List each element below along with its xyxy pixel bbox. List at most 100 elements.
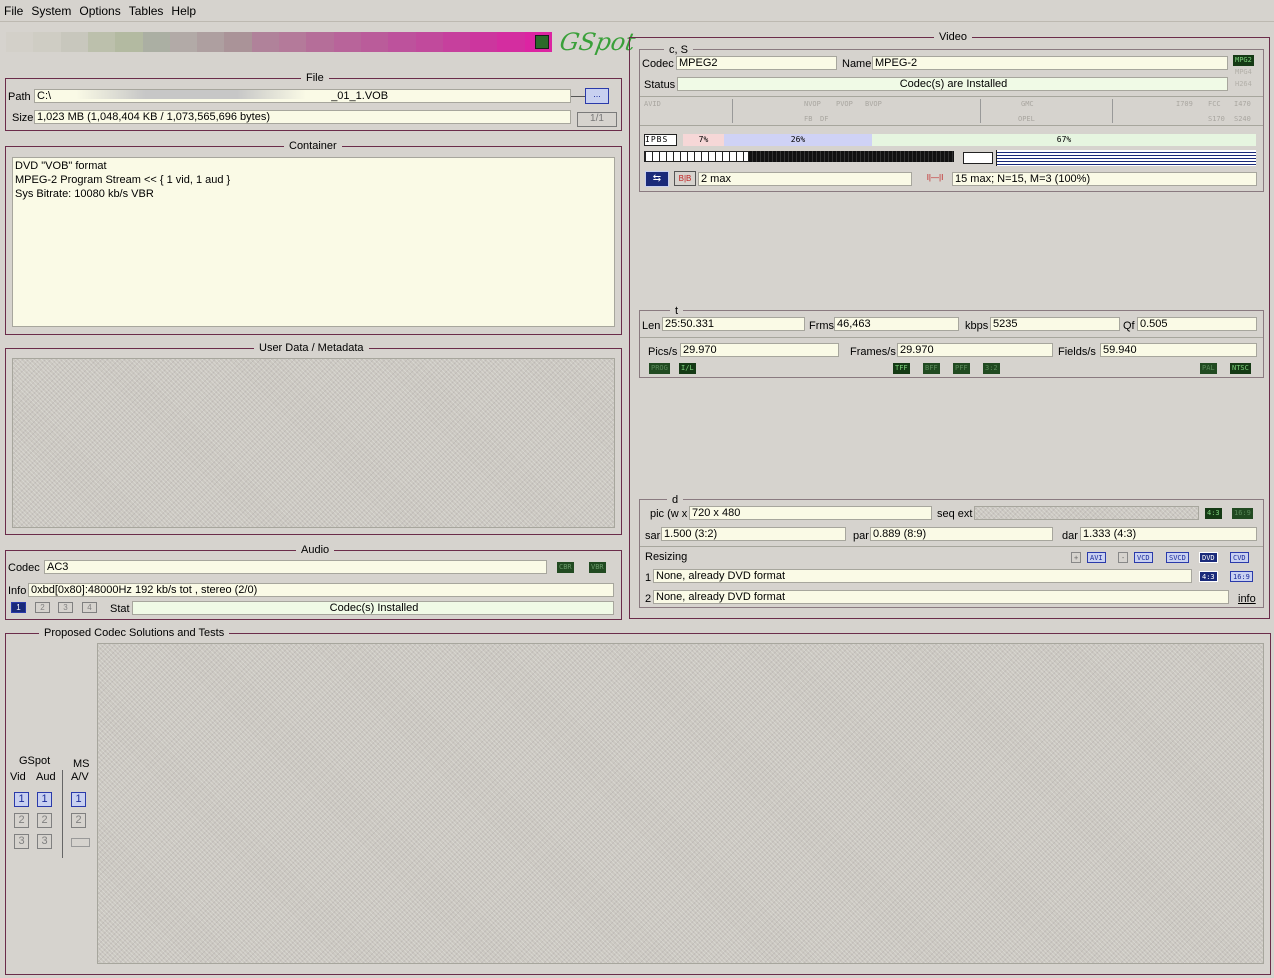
file-group-title: File	[301, 72, 329, 84]
gspot-aud-3[interactable]: 3	[37, 834, 52, 849]
fields-label: Fields/s	[1058, 346, 1096, 358]
proposed-divider	[62, 770, 63, 858]
flag-divider	[1112, 99, 1113, 123]
resize-avi-button[interactable]: AVI	[1087, 552, 1106, 563]
i709-flag: I709	[1176, 100, 1193, 108]
pattern-slider[interactable]	[963, 152, 993, 164]
pulldown-tag: 3:2	[983, 363, 1000, 374]
resize-dvd-button[interactable]: DVD	[1199, 552, 1218, 563]
bvop-flag: BVOP	[865, 100, 882, 108]
gspot-aud-2[interactable]: 2	[37, 813, 52, 828]
menu-file[interactable]: File	[0, 0, 27, 18]
video-status-label: Status	[644, 79, 676, 91]
color-swatch	[197, 32, 225, 52]
color-swatch	[306, 32, 335, 52]
vid-label: Vid	[10, 771, 26, 783]
gspot-vid-1[interactable]: 1	[14, 792, 29, 807]
pct-p: 26%	[790, 135, 806, 144]
menu-system[interactable]: System	[27, 0, 75, 18]
color-swatch	[279, 32, 307, 52]
resize-vcd-button[interactable]: VCD	[1134, 552, 1153, 563]
gspot-logo: GSpot	[557, 28, 638, 56]
video-codec-label: Codec	[642, 58, 674, 70]
kbps-field: 5235	[990, 317, 1120, 331]
color-swatch	[169, 32, 198, 52]
menu-tables[interactable]: Tables	[125, 0, 168, 18]
menu-help[interactable]: Help	[167, 0, 200, 18]
r1-43-tag: 4:3	[1199, 571, 1218, 582]
prog-tag: PROG	[649, 363, 670, 374]
gspot-vid-2[interactable]: 2	[14, 813, 29, 828]
fields-field: 59.940	[1100, 343, 1257, 357]
info-link[interactable]: info	[1238, 593, 1256, 605]
pct-b: 67%	[1056, 135, 1072, 144]
color-swatch	[442, 32, 471, 52]
pct-i: 7%	[698, 135, 709, 144]
vbr-tag: VBR	[589, 562, 606, 573]
pct-i-bar: 7%	[683, 134, 724, 146]
menu-bar: File System Options Tables Help	[0, 0, 1274, 22]
audio-stream-1[interactable]: 1	[11, 602, 26, 613]
resize-cvd-button[interactable]: CVD	[1230, 552, 1249, 563]
cs-title: c, S	[664, 44, 693, 56]
proposed-area	[97, 643, 1264, 964]
userdata-area	[12, 358, 615, 528]
proposed-group: Proposed Codec Solutions and Tests GSpot…	[5, 627, 1271, 975]
i470-flag: I470	[1234, 100, 1251, 108]
audio-stream-3[interactable]: 3	[58, 602, 73, 613]
bff-tag: BFF	[923, 363, 940, 374]
color-swatch	[497, 32, 526, 52]
s170-flag: S170	[1208, 115, 1225, 123]
audio-stat-label: Stat	[110, 603, 130, 615]
gop-icon: I|—|I	[926, 173, 944, 182]
menu-options[interactable]: Options	[75, 0, 124, 18]
audio-info-label: Info	[8, 585, 27, 597]
path-redacted	[76, 90, 307, 99]
bb-icon: B|B	[674, 171, 696, 186]
resize-minus-button[interactable]: -	[1118, 552, 1129, 563]
ar-43-tag: 4:3	[1205, 508, 1222, 519]
path-field[interactable]: C:\ _01_1.VOB	[34, 89, 571, 103]
audio-stream-4[interactable]: 4	[82, 602, 97, 613]
page-counter[interactable]: 1/1	[577, 112, 617, 127]
ar-169-tag: 16:9	[1232, 508, 1253, 519]
ms-av-3-slot[interactable]	[71, 838, 90, 847]
video-group-title: Video	[934, 31, 972, 43]
mpg4-tag: MPG4	[1235, 68, 1252, 76]
path-connector	[571, 96, 585, 97]
pics-label: Pics/s	[648, 346, 678, 358]
video-name-label: Name	[842, 58, 872, 70]
gop-field: 15 max; N=15, M=3 (100%)	[952, 172, 1257, 186]
pal-tag: PAL	[1200, 363, 1217, 374]
ntsc-tag: NTSC	[1230, 363, 1251, 374]
r1-169-tag: 16:9	[1230, 571, 1253, 582]
ms-av-1[interactable]: 1	[71, 792, 86, 807]
ipbs-label: IPBS	[644, 134, 677, 146]
frametype-icon[interactable]: ⇆	[645, 171, 669, 187]
ms-av-2[interactable]: 2	[71, 813, 86, 828]
audio-info-field: 0xbd[0x80]:48000Hz 192 kb/s tot , stereo…	[28, 583, 614, 597]
color-swatch	[115, 32, 143, 52]
resize-svcd-button[interactable]: SVCD	[1166, 552, 1189, 563]
codec-subgroup: c, S Codec MPEG2 Name MPEG-2 MPG2 MPG4 H…	[639, 44, 1264, 192]
fcc-flag: FCC	[1208, 100, 1221, 108]
browse-button[interactable]: ...	[585, 88, 609, 104]
resize-plus-button[interactable]: +	[1071, 552, 1082, 563]
strip-indicator	[535, 35, 549, 49]
resize-row-2: None, already DVD format	[653, 590, 1229, 604]
frames-field: 29.970	[897, 343, 1053, 357]
container-text: DVD "VOB" format MPEG-2 Program Stream <…	[12, 157, 615, 327]
audio-stream-2[interactable]: 2	[35, 602, 50, 613]
gmc-flag: GMC	[1021, 100, 1034, 108]
gspot-aud-1[interactable]: 1	[37, 792, 52, 807]
par-label: par	[853, 530, 869, 542]
mpg2-tag: MPG2	[1233, 55, 1254, 66]
color-swatch	[224, 32, 253, 52]
resize-row-1: None, already DVD format	[653, 569, 1192, 583]
aud-label: Aud	[36, 771, 56, 783]
resize-row-1-num: 1	[645, 572, 652, 584]
len-field: 25:50.331	[662, 317, 805, 331]
cbr-tag: CBR	[557, 562, 574, 573]
gspot-vid-3[interactable]: 3	[14, 834, 29, 849]
qf-field: 0.505	[1137, 317, 1257, 331]
